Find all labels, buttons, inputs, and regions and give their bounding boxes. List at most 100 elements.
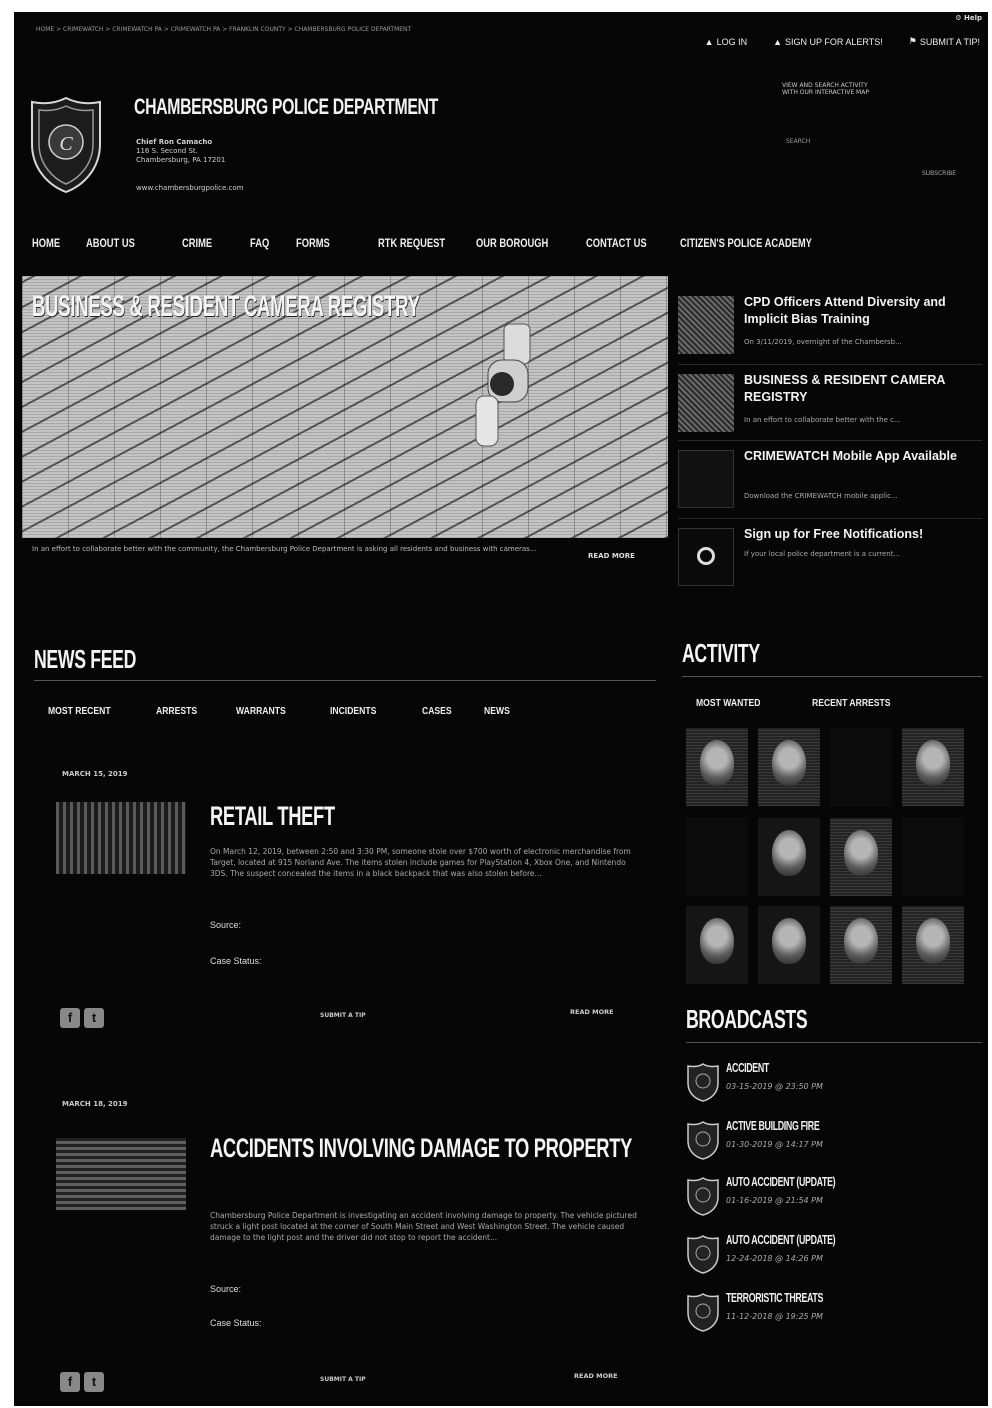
story-thumbnail [678, 296, 734, 354]
broadcast-item[interactable]: TERRORISTIC THREATS 11-12-2018 @ 19:25 P… [686, 1290, 986, 1346]
story-title[interactable]: CPD Officers Attend Diversity and Implic… [744, 294, 980, 328]
mugshot[interactable] [902, 906, 964, 984]
twitter-icon[interactable]: t [84, 1008, 104, 1028]
nav-about-us[interactable]: ABOUT US [86, 236, 161, 250]
mugshot[interactable] [830, 906, 892, 984]
read-more-link[interactable]: READ MORE [570, 1008, 614, 1016]
story-title[interactable]: CRIMEWATCH Mobile App Available [744, 448, 980, 465]
share-buttons: f t [60, 1372, 104, 1392]
signup-label: SIGN UP FOR ALERTS! [785, 36, 883, 47]
svg-text:C: C [59, 133, 73, 155]
tab-cases[interactable]: CASES [422, 706, 475, 717]
search-label[interactable]: SEARCH [786, 138, 810, 145]
department-badge-icon[interactable]: C [28, 94, 104, 194]
main-nav: HOME ABOUT US CRIME FAQ FORMS RTK REQUES… [32, 236, 890, 250]
news-title[interactable]: RETAIL THEFT [210, 800, 652, 832]
broadcast-item[interactable]: ACCIDENT 03-15-2019 @ 23:50 PM [686, 1060, 986, 1116]
twitter-icon[interactable]: t [84, 1372, 104, 1392]
broadcast-item[interactable]: AUTO ACCIDENT (UPDATE) 01-16-2019 @ 21:5… [686, 1174, 986, 1230]
broadcast-title[interactable]: ACCIDENT [726, 1060, 769, 1075]
activity-tabs: MOST WANTED RECENT ARRESTS [696, 698, 932, 709]
news-source-label: Source: [210, 1284, 242, 1294]
breadcrumb[interactable]: HOME > CRIMEWATCH > CRIMEWATCH PA > CRIM… [36, 26, 411, 33]
chief-name: Chief Ron Camacho [136, 138, 213, 146]
mugshot-placeholder[interactable] [686, 818, 748, 896]
flag-icon: ⚑ [908, 36, 917, 46]
department-name[interactable]: CHAMBERSBURG POLICE DEPARTMENT [134, 94, 438, 120]
mugshot[interactable] [758, 906, 820, 984]
tab-recent-arrests[interactable]: RECENT ARRESTS [812, 698, 915, 709]
news-body: On March 12, 2019, between 2:50 and 3:30… [210, 847, 631, 878]
broadcast-title[interactable]: AUTO ACCIDENT (UPDATE) [726, 1232, 836, 1247]
news-source-label: Source: [210, 920, 242, 930]
nav-citizens-police-academy[interactable]: CITIZEN'S POLICE ACADEMY [680, 236, 844, 250]
nav-our-borough[interactable]: OUR BOROUGH [476, 236, 562, 250]
facebook-icon[interactable]: f [60, 1372, 80, 1392]
story-summary: In an effort to collaborate better with … [744, 416, 901, 424]
story-divider [678, 518, 982, 519]
tab-most-recent[interactable]: MOST RECENT [48, 706, 141, 717]
facebook-icon[interactable]: f [60, 1008, 80, 1028]
interactive-map-link[interactable]: VIEW AND SEARCH ACTIVITY WITH OUR INTERA… [782, 82, 882, 122]
read-more-link[interactable]: READ MORE [574, 1372, 618, 1380]
broadcast-title[interactable]: TERRORISTIC THREATS [726, 1290, 823, 1305]
nav-rtk-request[interactable]: RTK REQUEST [378, 236, 454, 250]
mugshot[interactable] [758, 818, 820, 896]
side-story[interactable]: CRIMEWATCH Mobile App Available Download… [678, 442, 982, 516]
hero-title[interactable]: BUSINESS & RESIDENT CAMERA REGISTRY [32, 290, 420, 324]
mugshot-placeholder[interactable] [830, 728, 892, 806]
broadcast-item[interactable]: ACTIVE BUILDING FIRE 01-30-2019 @ 14:17 … [686, 1118, 986, 1174]
broadcast-time: 12-24-2018 @ 14:26 PM [726, 1254, 823, 1263]
tab-arrests[interactable]: ARRESTS [156, 706, 225, 717]
mugshot[interactable] [758, 728, 820, 806]
top-links: ▲ LOG IN ▲ SIGN UP FOR ALERTS! ⚑ SUBMIT A T… [705, 36, 980, 47]
subscribe-link[interactable]: SUBSCRIBE [922, 170, 956, 177]
submit-tip-button[interactable]: SUBMIT A TIP [320, 1376, 366, 1383]
news-date: MARCH 15, 2019 [62, 770, 128, 778]
news-thumbnail[interactable] [56, 1138, 186, 1210]
broadcast-item[interactable]: AUTO ACCIDENT (UPDATE) 12-24-2018 @ 14:2… [686, 1232, 986, 1288]
mugshot[interactable] [686, 728, 748, 806]
story-summary: On 3/11/2019, overnight of the Chambersb… [744, 338, 902, 346]
hero-image[interactable]: BUSINESS & RESIDENT CAMERA REGISTRY [22, 276, 668, 538]
broadcast-title[interactable]: ACTIVE BUILDING FIRE [726, 1118, 820, 1133]
signup-link[interactable]: ▲ SIGN UP FOR ALERTS! [773, 36, 883, 47]
department-website-link[interactable]: www.chambersburgpolice.com [136, 184, 243, 192]
nav-contact-us[interactable]: CONTACT US [586, 236, 659, 250]
side-story[interactable]: CPD Officers Attend Diversity and Implic… [678, 288, 982, 362]
story-summary: If your local police department is a cur… [744, 550, 901, 558]
side-story[interactable]: BUSINESS & RESIDENT CAMERA REGISTRY In a… [678, 366, 982, 440]
mugshot[interactable] [830, 818, 892, 896]
broadcast-time: 03-15-2019 @ 23:50 PM [726, 1082, 823, 1091]
news-body: Chambersburg Police Department is invest… [210, 1211, 637, 1242]
story-thumbnail [678, 374, 734, 432]
broadcast-time: 01-30-2019 @ 14:17 PM [726, 1140, 823, 1149]
story-divider [678, 440, 982, 441]
login-link[interactable]: ▲ LOG IN [705, 36, 747, 47]
nav-forms[interactable]: FORMS [296, 236, 360, 250]
nav-faq[interactable]: FAQ [250, 236, 286, 250]
side-story[interactable]: Sign up for Free Notifications! If your … [678, 520, 982, 594]
submit-tip-button[interactable]: SUBMIT A TIP [320, 1012, 366, 1019]
news-feed-rule [34, 680, 656, 681]
news-thumbnail[interactable] [56, 802, 186, 874]
news-title[interactable]: ACCIDENTS INVOLVING DAMAGE TO PROPERTY [210, 1132, 652, 1164]
tab-warrants[interactable]: WARRANTS [236, 706, 317, 717]
story-title[interactable]: BUSINESS & RESIDENT CAMERA REGISTRY [744, 372, 980, 406]
submit-tip-link[interactable]: ⚑ SUBMIT A TIP! [909, 36, 980, 47]
broadcast-title[interactable]: AUTO ACCIDENT (UPDATE) [726, 1174, 836, 1189]
hero-read-more-link[interactable]: READ MORE [588, 552, 635, 560]
tab-most-wanted[interactable]: MOST WANTED [696, 698, 796, 709]
nav-home[interactable]: HOME [32, 236, 74, 250]
mugshot[interactable] [686, 906, 748, 984]
mugshot-placeholder[interactable] [902, 818, 964, 896]
story-thumbnail [678, 450, 734, 508]
mugshot[interactable] [902, 728, 964, 806]
help-link[interactable]: ⚙ Help [955, 14, 982, 22]
broadcasts-rule [686, 1042, 982, 1043]
nav-crime[interactable]: CRIME [182, 236, 235, 250]
tab-news[interactable]: NEWS [484, 706, 527, 717]
badge-icon [687, 1293, 719, 1332]
story-title[interactable]: Sign up for Free Notifications! [744, 526, 980, 543]
tab-incidents[interactable]: INCIDENTS [330, 706, 409, 717]
